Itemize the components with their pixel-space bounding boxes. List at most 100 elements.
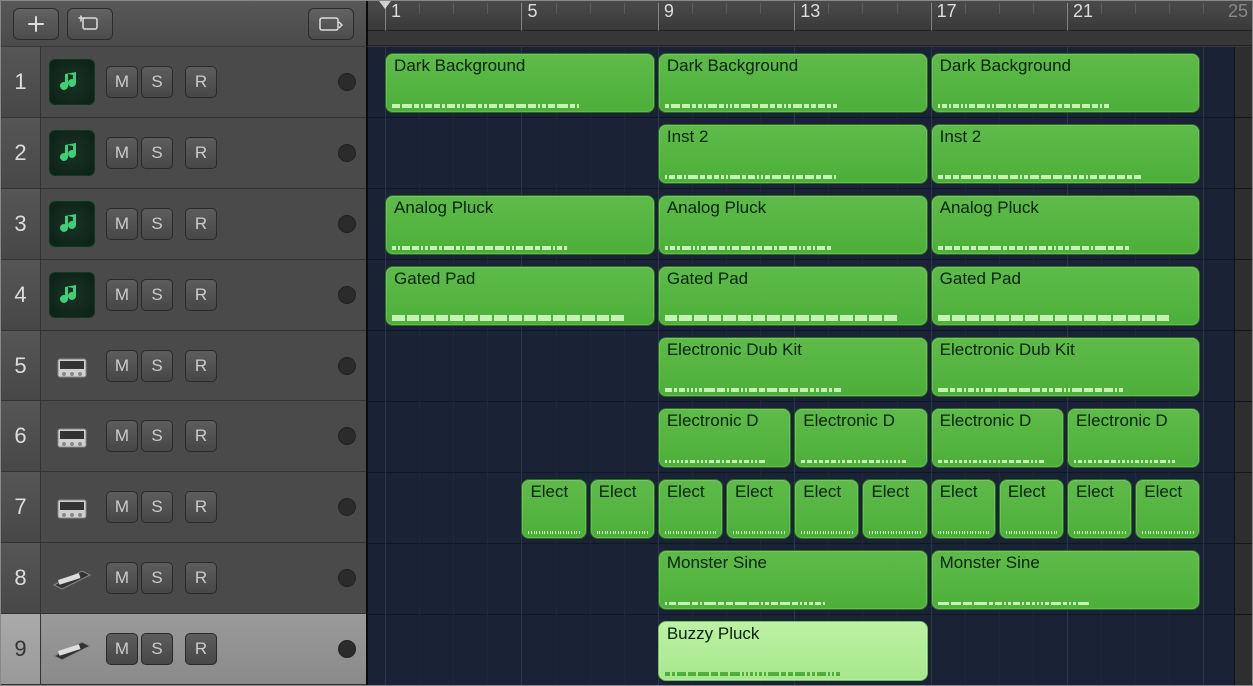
record-enable-button[interactable]: R [185,350,217,382]
track-icon[interactable] [49,484,95,530]
solo-button[interactable]: S [141,66,173,98]
region[interactable]: Dark Background [931,53,1201,113]
region[interactable]: Elect [658,479,723,539]
record-enable-button[interactable]: R [185,562,217,594]
region[interactable]: Elect [1067,479,1132,539]
region[interactable]: Elect [794,479,859,539]
timeline-ruler[interactable]: 15913172125 [368,1,1252,31]
solo-button[interactable]: S [141,137,173,169]
track-toolbar [1,1,368,47]
solo-button[interactable]: S [141,562,173,594]
region[interactable]: Dark Background [658,53,928,113]
track-icon[interactable] [49,555,95,601]
track-header[interactable]: 5MSR [1,331,366,402]
record-enable-button[interactable]: R [185,137,217,169]
region[interactable]: Elect [862,479,927,539]
region[interactable]: Monster Sine [658,550,928,610]
track-header[interactable]: 3 MSR [1,189,366,260]
mute-button[interactable]: M [106,491,138,523]
mute-button[interactable]: M [106,279,138,311]
region[interactable]: Gated Pad [931,266,1201,326]
record-enable-button[interactable]: R [185,420,217,452]
track-header[interactable]: 4MSR [1,260,366,331]
track-icon[interactable] [49,272,95,318]
record-enable-button[interactable]: R [185,208,217,240]
region[interactable]: Electronic D [1067,408,1200,468]
region[interactable]: Elect [726,479,791,539]
mute-button[interactable]: M [106,420,138,452]
timeline-header: 15913172125 [368,1,1252,47]
record-indicator [338,357,356,375]
track-header[interactable]: 1MSR [1,47,366,118]
region-label: Inst 2 [940,127,1194,147]
mute-button[interactable]: M [106,208,138,240]
grid-line [385,47,386,685]
region[interactable]: Elect [590,479,655,539]
mute-button[interactable]: M [106,137,138,169]
record-indicator [338,427,356,445]
region[interactable]: Gated Pad [385,266,655,326]
track-icon[interactable] [49,413,95,459]
region[interactable]: Inst 2 [658,124,928,184]
track-icon[interactable] [49,59,95,105]
record-enable-button[interactable]: R [185,633,217,665]
region-label: Electronic D [803,411,920,431]
region[interactable]: Analog Pluck [658,195,928,255]
track-number: 3 [1,189,41,259]
region-label: Elect [599,482,648,502]
track-header[interactable]: 6MSR [1,401,366,472]
mute-button[interactable]: M [106,562,138,594]
record-enable-button[interactable]: R [185,66,217,98]
arrangement-canvas[interactable]: Dark BackgroundDark BackgroundDark Backg… [368,47,1252,685]
mute-button[interactable]: M [106,66,138,98]
body: 1MSR2MSR3MSR4MSR5MSR6MSR7MSR8MSR9MSR Dar… [1,47,1252,685]
region[interactable]: Gated Pad [658,266,928,326]
timeline-ruler-lower[interactable] [368,31,1252,46]
track-dropdown-button[interactable] [308,8,354,40]
solo-button[interactable]: S [141,420,173,452]
region[interactable]: Electronic D [794,408,927,468]
region[interactable]: Monster Sine [931,550,1201,610]
region[interactable]: Inst 2 [931,124,1201,184]
region[interactable]: Elect [1135,479,1200,539]
region[interactable]: Electronic Dub Kit [931,337,1201,397]
add-track-window-button[interactable] [67,8,113,40]
region[interactable]: Electronic D [931,408,1064,468]
track-header[interactable]: 7MSR [1,472,366,543]
app-window: 15913172125 1MSR2MSR3MSR4MSR5MSR6MSR7MSR… [0,0,1253,686]
grid-line [521,47,522,685]
record-enable-button[interactable]: R [185,491,217,523]
region[interactable]: Analog Pluck [385,195,655,255]
region[interactable]: Buzzy Pluck [658,621,928,681]
ruler-label: 1 [391,1,401,22]
mute-button[interactable]: M [106,350,138,382]
record-enable-button[interactable]: R [185,279,217,311]
region[interactable]: Elect [999,479,1064,539]
record-indicator [338,286,356,304]
mute-button[interactable]: M [106,633,138,665]
solo-button[interactable]: S [141,208,173,240]
region-label: Gated Pad [667,269,921,289]
region-label: Electronic D [667,411,784,431]
solo-button[interactable]: S [141,633,173,665]
track-icon[interactable] [49,626,95,672]
track-icon[interactable] [49,130,95,176]
region[interactable]: Electronic Dub Kit [658,337,928,397]
region[interactable]: Dark Background [385,53,655,113]
track-icon[interactable] [49,201,95,247]
region-label: Electronic Dub Kit [667,340,921,360]
track-header[interactable]: 9MSR [1,614,366,685]
region-label: Dark Background [940,56,1194,76]
region[interactable]: Elect [521,479,586,539]
track-header[interactable]: 2MSR [1,118,366,189]
track-icon[interactable] [49,343,95,389]
region[interactable]: Elect [931,479,996,539]
solo-button[interactable]: S [141,279,173,311]
track-header[interactable]: 8MSR [1,543,366,614]
region[interactable]: Analog Pluck [931,195,1201,255]
solo-button[interactable]: S [141,350,173,382]
add-button[interactable] [13,8,59,40]
region-label: Elect [530,482,579,502]
solo-button[interactable]: S [141,491,173,523]
region[interactable]: Electronic D [658,408,791,468]
